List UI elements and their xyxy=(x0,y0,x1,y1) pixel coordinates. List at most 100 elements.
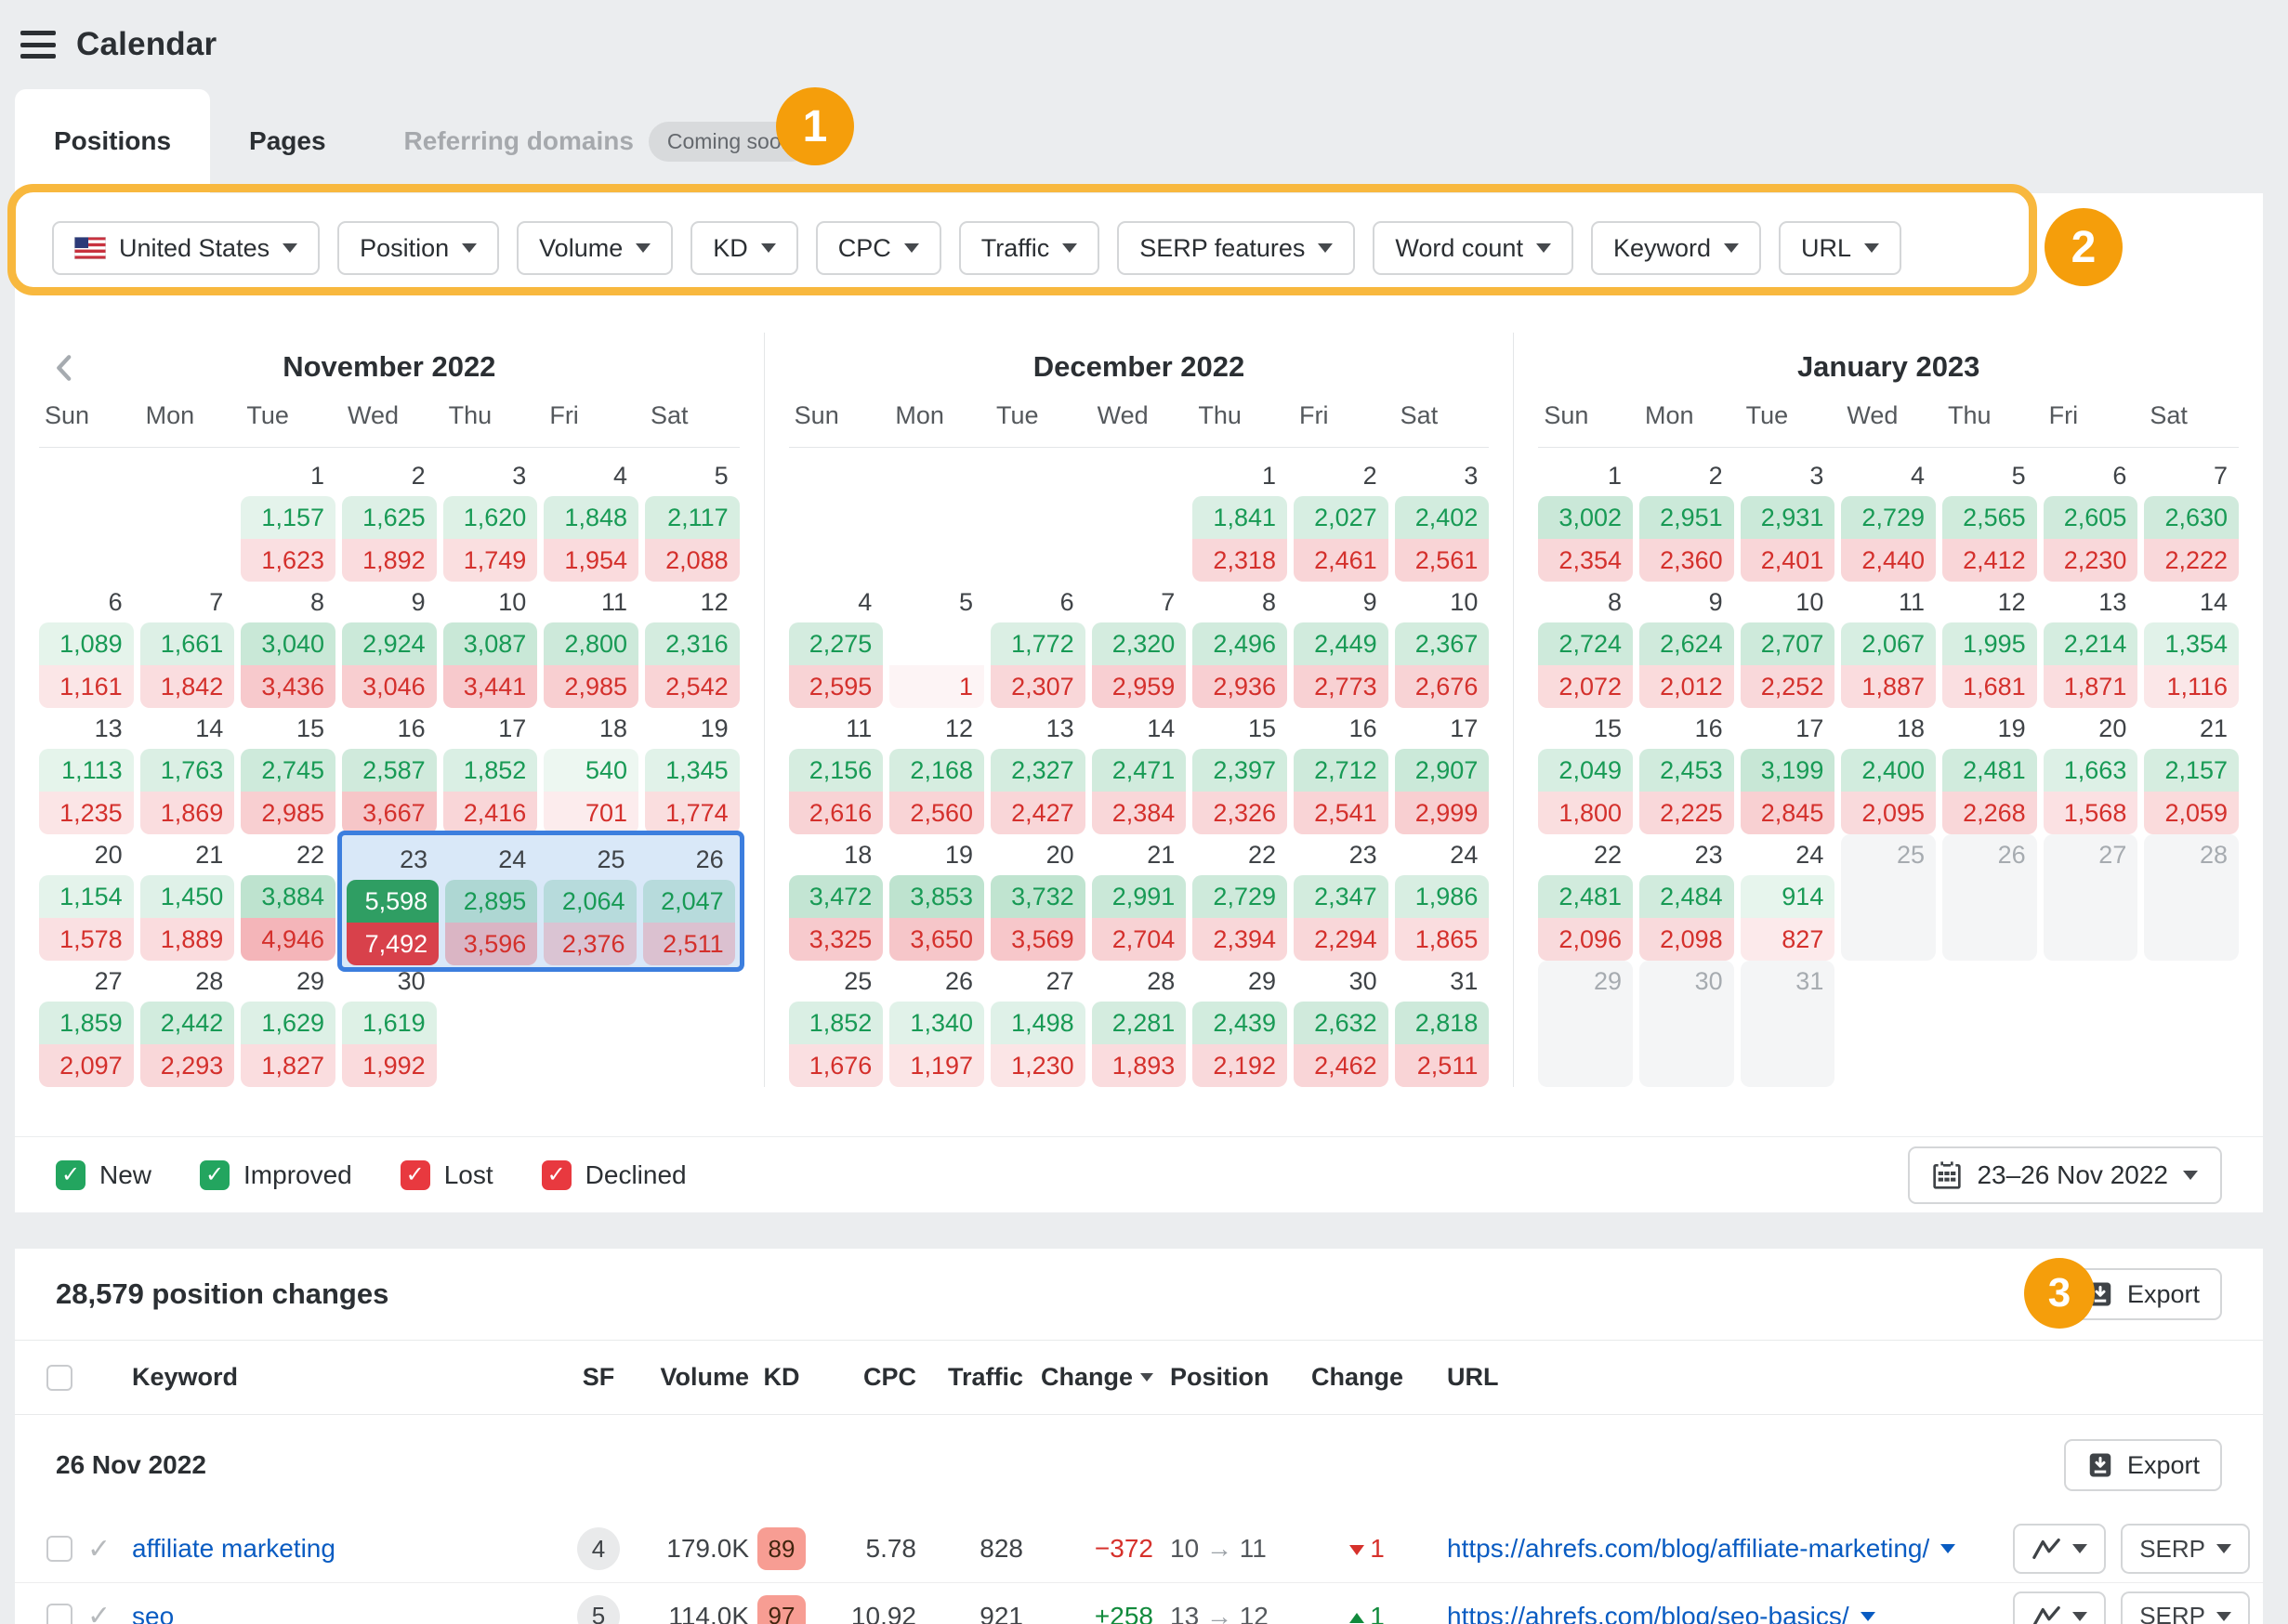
day-cell[interactable]: 25 2,064 2,376 xyxy=(544,839,637,965)
tab-referring-domains[interactable]: Referring domains Coming soon xyxy=(365,89,851,193)
chevron-down-icon[interactable] xyxy=(1860,1611,1875,1621)
day-cell[interactable]: 7 2,630 2,222 xyxy=(2144,455,2240,582)
column-header-traffic[interactable]: Traffic xyxy=(916,1363,1023,1392)
day-cell[interactable]: 17 1,852 2,416 xyxy=(442,708,538,834)
day-cell[interactable]: 9 2,449 2,773 xyxy=(1294,582,1388,708)
day-cell[interactable]: 51 xyxy=(889,582,984,708)
day-cell[interactable]: 6 1,772 2,307 xyxy=(991,582,1085,708)
day-cell[interactable]: 22 2,729 2,394 xyxy=(1192,834,1287,961)
day-cell[interactable]: 20 1,154 1,578 xyxy=(39,834,134,970)
day-cell[interactable]: 31 xyxy=(1740,961,1835,1087)
day-cell[interactable]: 2 1,625 1,892 xyxy=(342,455,437,582)
day-cell[interactable]: 30 xyxy=(1639,961,1734,1087)
filter-url-button[interactable]: URL xyxy=(1779,221,1902,275)
day-cell[interactable]: 3 2,931 2,401 xyxy=(1740,455,1835,582)
day-cell[interactable]: 23 2,484 2,098 xyxy=(1639,834,1734,961)
legend-checkbox-declined[interactable]: ✓ Declined xyxy=(541,1159,687,1190)
day-cell[interactable]: 11 2,067 1,887 xyxy=(1841,582,1936,708)
row-checkbox[interactable] xyxy=(46,1603,72,1624)
day-cell[interactable]: 9 2,624 2,012 xyxy=(1639,582,1734,708)
legend-checkbox-improved[interactable]: ✓ Improved xyxy=(200,1159,352,1190)
filter-word-count-button[interactable]: Word count xyxy=(1373,221,1573,275)
chevron-down-icon[interactable] xyxy=(1940,1544,1956,1553)
day-cell[interactable]: 12 2,168 2,560 xyxy=(889,708,984,834)
day-cell[interactable]: 1 1,841 2,318 xyxy=(1192,455,1287,582)
day-cell[interactable]: 27 1,859 2,097 xyxy=(39,961,134,1087)
day-cell[interactable]: 24 2,895 3,596 xyxy=(445,839,538,965)
tab-positions[interactable]: Positions xyxy=(15,89,211,193)
day-cell[interactable]: 10 2,707 2,252 xyxy=(1740,582,1835,708)
day-cell[interactable]: 20 1,663 1,568 xyxy=(2043,708,2138,834)
day-cell[interactable]: 26 1,340 1,197 xyxy=(889,961,984,1087)
day-cell[interactable]: 24 1,986 1,865 xyxy=(1394,834,1490,961)
filter-volume-button[interactable]: Volume xyxy=(517,221,674,275)
day-cell[interactable]: 3 1,620 1,749 xyxy=(442,455,538,582)
day-cell[interactable]: 7 1,661 1,842 xyxy=(139,582,235,708)
day-cell[interactable]: 11 2,800 2,985 xyxy=(544,582,638,708)
url-link[interactable]: https://ahrefs.com/blog/affiliate-market… xyxy=(1447,1534,1929,1564)
day-cell[interactable]: 25 1,852 1,676 xyxy=(788,961,884,1087)
tab-pages[interactable]: Pages xyxy=(210,89,365,193)
day-cell[interactable]: 29 xyxy=(1538,961,1633,1087)
prev-month-button[interactable] xyxy=(46,349,84,386)
day-cell[interactable]: 19 2,481 2,268 xyxy=(1942,708,2037,834)
day-cell[interactable]: 25 xyxy=(1841,834,1936,961)
day-cell[interactable]: 19 1,345 1,774 xyxy=(645,708,740,834)
day-cell[interactable]: 5 2,117 2,088 xyxy=(645,455,740,582)
day-cell[interactable]: 29 1,629 1,827 xyxy=(241,961,335,1087)
day-cell[interactable]: 10 3,087 3,441 xyxy=(442,582,538,708)
day-cell[interactable]: 8 2,496 2,936 xyxy=(1192,582,1287,708)
day-cell[interactable]: 27 1,498 1,230 xyxy=(991,961,1085,1087)
column-header-volume[interactable]: Volume xyxy=(628,1363,749,1392)
filter-country-button[interactable]: United States xyxy=(52,221,321,275)
column-header-position[interactable]: Position xyxy=(1153,1363,1311,1392)
day-cell[interactable]: 14 1,763 1,869 xyxy=(139,708,235,834)
position-history-chart-button[interactable] xyxy=(2013,1591,2107,1624)
day-cell[interactable]: 6 2,605 2,230 xyxy=(2043,455,2138,582)
day-cell[interactable]: 8 2,724 2,072 xyxy=(1538,582,1633,708)
day-cell[interactable]: 14 2,471 2,384 xyxy=(1091,708,1187,834)
day-cell[interactable]: 19 3,853 3,650 xyxy=(889,834,984,961)
day-cell[interactable]: 2 2,951 2,360 xyxy=(1639,455,1734,582)
column-header-change[interactable]: Change xyxy=(1023,1363,1153,1392)
hamburger-menu-icon[interactable] xyxy=(20,31,56,59)
day-cell[interactable]: 7 2,320 2,959 xyxy=(1091,582,1187,708)
filter-traffic-button[interactable]: Traffic xyxy=(958,221,1100,275)
filter-keyword-button[interactable]: Keyword xyxy=(1590,221,1761,275)
day-cell[interactable]: 17 2,907 2,999 xyxy=(1394,708,1490,834)
day-cell[interactable]: 15 2,745 2,985 xyxy=(241,708,335,834)
day-cell[interactable]: 21 2,157 2,059 xyxy=(2144,708,2240,834)
day-cell[interactable]: 22 3,884 4,946 xyxy=(241,834,335,970)
select-all-checkbox[interactable] xyxy=(46,1364,72,1391)
url-link[interactable]: https://ahrefs.com/blog/seo-basics/ xyxy=(1447,1602,1849,1624)
row-checkbox[interactable] xyxy=(46,1536,72,1562)
day-cell[interactable]: 15 2,049 1,800 xyxy=(1538,708,1633,834)
day-cell[interactable]: 30 2,632 2,462 xyxy=(1294,961,1388,1087)
day-cell[interactable]: 12 1,995 1,681 xyxy=(1942,582,2037,708)
day-cell[interactable]: 23 5,598 7,492 xyxy=(347,839,440,965)
day-cell[interactable]: 21 2,991 2,704 xyxy=(1091,834,1187,961)
day-cell[interactable]: 27 xyxy=(2043,834,2138,961)
day-cell[interactable]: 13 1,113 1,235 xyxy=(39,708,134,834)
day-cell[interactable]: 20 3,732 3,569 xyxy=(991,834,1085,961)
day-cell[interactable]: 12 2,316 2,542 xyxy=(645,582,740,708)
day-cell[interactable]: 10 2,367 2,676 xyxy=(1394,582,1490,708)
day-cell[interactable]: 13 2,327 2,427 xyxy=(991,708,1085,834)
filter-cpc-button[interactable]: CPC xyxy=(815,221,941,275)
keyword-link[interactable]: affiliate marketing xyxy=(132,1534,569,1564)
filter-serp-features-button[interactable]: SERP features xyxy=(1117,221,1356,275)
legend-checkbox-new[interactable]: ✓ New xyxy=(56,1159,151,1190)
day-cell[interactable]: 26 2,047 2,511 xyxy=(642,839,735,965)
day-cell[interactable]: 26 xyxy=(1942,834,2037,961)
day-cell[interactable]: 4 2,729 2,440 xyxy=(1841,455,1936,582)
day-cell[interactable]: 4 1,848 1,954 xyxy=(544,455,638,582)
column-header-cpc[interactable]: CPC xyxy=(814,1363,916,1392)
day-cell[interactable]: 9 2,924 3,046 xyxy=(342,582,437,708)
keyword-link[interactable]: seo xyxy=(132,1602,569,1624)
date-range-button[interactable]: 23–26 Nov 2022 xyxy=(1908,1146,2222,1204)
day-cell[interactable]: 18 3,472 3,325 xyxy=(788,834,884,961)
day-cell[interactable]: 16 2,712 2,541 xyxy=(1294,708,1388,834)
day-cell[interactable]: 4 2,275 2,595 xyxy=(788,582,884,708)
filter-kd-button[interactable]: KD xyxy=(690,221,798,275)
day-cell[interactable]: 31 2,818 2,511 xyxy=(1394,961,1490,1087)
